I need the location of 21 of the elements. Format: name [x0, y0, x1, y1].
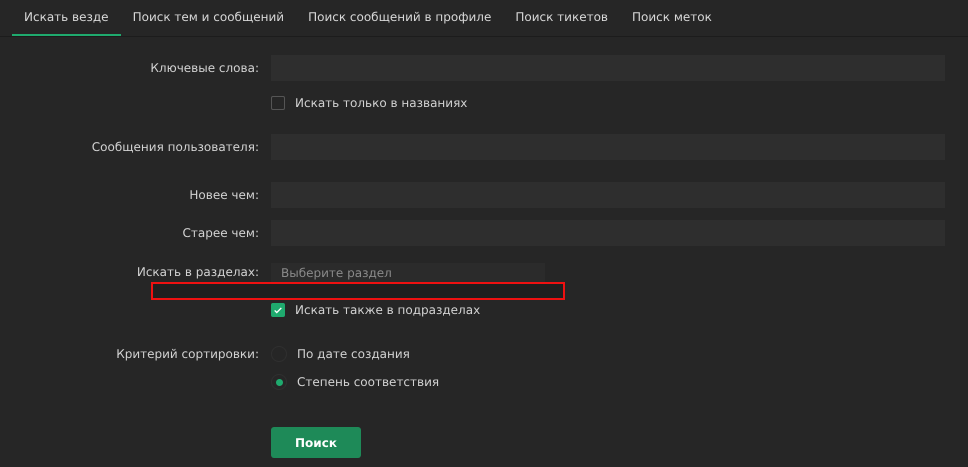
radio-button[interactable] — [271, 374, 287, 390]
field-label: Старее чем: — [182, 225, 259, 242]
select-field[interactable]: Выберите раздел — [271, 263, 545, 282]
checkbox[interactable] — [271, 303, 285, 317]
tab[interactable]: Поиск тикетов — [503, 0, 620, 36]
field-label: Критерий сортировки: — [115, 346, 259, 363]
tab[interactable]: Поиск меток — [620, 0, 724, 36]
checkbox-label: Искать только в названиях — [295, 96, 468, 110]
field-label: Ключевые слова: — [149, 60, 259, 77]
checkbox[interactable] — [271, 96, 285, 110]
tab[interactable]: Искать везде — [12, 0, 121, 36]
field-label: Искать в разделах: — [136, 264, 259, 281]
tab[interactable]: Поиск сообщений в профиле — [296, 0, 504, 36]
radio-label: Степень соответствия — [297, 375, 440, 389]
tab[interactable]: Поиск тем и сообщений — [120, 0, 296, 36]
checkbox-label: Искать также в подразделах — [295, 303, 480, 317]
search-button[interactable]: Поиск — [271, 427, 361, 458]
field-label: Сообщения пользователя: — [90, 139, 259, 156]
check-icon — [273, 305, 283, 315]
radio-label: По дате создания — [297, 347, 410, 361]
field-label: Новее чем: — [188, 187, 259, 204]
